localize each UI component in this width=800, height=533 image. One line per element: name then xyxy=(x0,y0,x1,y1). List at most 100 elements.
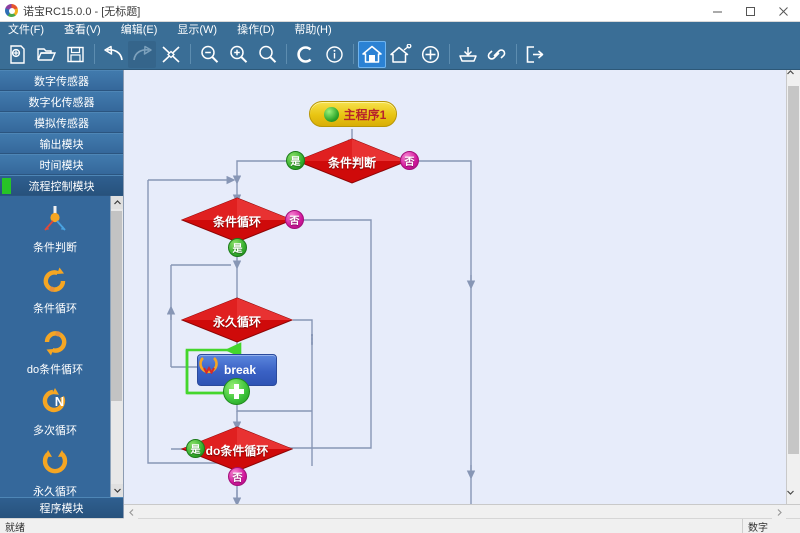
canvas-horizontal-scrollbar[interactable] xyxy=(124,504,800,519)
palette-item-label: 条件循环 xyxy=(33,303,77,315)
open-folder-icon xyxy=(36,47,56,61)
zoom-reset-icon xyxy=(258,45,276,63)
delete-button[interactable] xyxy=(157,41,185,68)
title-bar: 诺宝RC15.0.0 - [无标题] xyxy=(0,0,800,22)
chevron-left-icon xyxy=(128,508,133,516)
sidebar-category-output-module[interactable]: 输出模块 xyxy=(0,133,123,154)
canvas-vertical-scroll-thumb[interactable] xyxy=(788,86,799,454)
link-icon xyxy=(487,48,506,60)
badge-yes-condition-branch[interactable]: 是 xyxy=(286,151,305,170)
home-button[interactable] xyxy=(358,40,386,68)
home-outline-icon xyxy=(390,43,412,63)
menu-item-display[interactable]: 显示(W) xyxy=(177,22,217,39)
green-ball-icon xyxy=(323,106,339,122)
diamond-shape-icon xyxy=(181,197,293,243)
canvas-vertical-scrollbar[interactable] xyxy=(786,70,800,504)
palette-item-label: 多次循环 xyxy=(33,425,77,437)
exit-button[interactable] xyxy=(521,41,549,68)
condition-branch-icon xyxy=(35,203,75,237)
palette-scroll-down-button[interactable] xyxy=(110,484,123,497)
redo-arrow-icon xyxy=(132,45,152,60)
connect-button[interactable] xyxy=(483,41,511,68)
toolbar-separator xyxy=(516,44,517,64)
toolbar-separator xyxy=(353,44,354,64)
palette-scrollbar[interactable] xyxy=(110,196,123,497)
badge-no-while-loop[interactable]: 否 xyxy=(285,210,304,229)
sidebar-category-digital-sensor[interactable]: 数字传感器 xyxy=(0,70,123,91)
menu-item-view[interactable]: 查看(V) xyxy=(64,22,101,39)
chevron-up-icon xyxy=(787,70,794,75)
menu-bar: 文件(F) 查看(V) 编辑(E) 显示(W) 操作(D) 帮助(H) xyxy=(0,22,800,39)
badge-no-condition-branch[interactable]: 否 xyxy=(400,151,419,170)
diamond-shape-icon xyxy=(296,138,408,184)
subprogram-button[interactable] xyxy=(387,41,415,68)
zoom-in-button[interactable] xyxy=(224,41,252,68)
menu-item-edit[interactable]: 编辑(E) xyxy=(121,22,158,39)
selected-marker-icon xyxy=(2,178,11,194)
canvas-area: 主程序1 条件判断 是 否 条件循环 否 是 永久循环 break do条件循环… xyxy=(124,70,800,519)
download-button[interactable] xyxy=(454,41,482,68)
palette-item-do-while-loop[interactable]: do条件循环 xyxy=(0,325,110,377)
flowchart-canvas[interactable]: 主程序1 条件判断 是 否 条件循环 否 是 永久循环 break do条件循环… xyxy=(124,70,800,504)
zoom-out-icon xyxy=(200,45,218,63)
sidebar-category-program-module[interactable]: 程序模块 xyxy=(0,497,123,518)
redo-button[interactable] xyxy=(128,40,156,68)
palette-item-list: 条件判断 条件循环 do条件循环 N 多次循环 永久循环 xyxy=(0,196,110,497)
canvas-scroll-up-button[interactable] xyxy=(787,70,800,84)
menu-item-help[interactable]: 帮助(H) xyxy=(294,22,331,39)
home-filled-icon xyxy=(362,45,382,63)
canvas-scroll-right-button[interactable] xyxy=(772,505,786,519)
palette-item-forever-loop[interactable]: 永久循环 xyxy=(0,447,110,497)
compile-button[interactable] xyxy=(291,41,319,68)
category-label: 时间模块 xyxy=(39,159,84,172)
badge-yes-while-loop[interactable]: 是 xyxy=(228,238,247,257)
undo-button[interactable] xyxy=(99,41,127,68)
toolbar-separator xyxy=(94,44,95,64)
zoom-out-button[interactable] xyxy=(195,41,223,68)
while-loop-icon xyxy=(35,264,75,298)
add-module-button[interactable] xyxy=(416,41,444,68)
exit-icon xyxy=(526,45,544,63)
menu-item-file[interactable]: 文件(F) xyxy=(8,22,44,39)
add-node-button[interactable] xyxy=(223,378,250,405)
sidebar-category-digitized-sensor[interactable]: 数字化传感器 xyxy=(0,91,123,112)
sidebar-category-analog-sensor[interactable]: 模拟传感器 xyxy=(0,112,123,133)
badge-yes-do-while-loop[interactable]: 是 xyxy=(186,439,205,458)
badge-no-do-while-loop[interactable]: 否 xyxy=(228,467,247,486)
zoom-reset-button[interactable] xyxy=(253,41,281,68)
canvas-scroll-down-button[interactable] xyxy=(787,490,800,504)
flow-node-while-loop[interactable]: 条件循环 xyxy=(181,197,293,243)
canvas-scroll-left-button[interactable] xyxy=(124,505,138,519)
palette-scroll-thumb[interactable] xyxy=(111,211,122,401)
application-window: 诺宝RC15.0.0 - [无标题] 文件(F) 查看(V) 编辑(E) 显示(… xyxy=(0,0,800,533)
category-label: 模拟传感器 xyxy=(34,117,89,130)
diamond-shape-icon xyxy=(181,297,293,343)
toolbar-separator xyxy=(190,44,191,64)
palette-scroll-up-button[interactable] xyxy=(110,196,123,209)
minimize-button[interactable] xyxy=(701,0,734,22)
palette-item-condition-branch[interactable]: 条件判断 xyxy=(0,203,110,255)
palette-item-while-loop[interactable]: 条件循环 xyxy=(0,264,110,316)
palette-item-n-times-loop[interactable]: N 多次循环 xyxy=(0,386,110,438)
maximize-button[interactable] xyxy=(734,0,767,22)
flow-node-main-program[interactable]: 主程序1 xyxy=(309,101,397,127)
flow-node-label: 主程序1 xyxy=(343,107,387,122)
toolbar xyxy=(0,39,800,70)
close-button[interactable] xyxy=(767,0,800,22)
module-sidebar: 数字传感器 数字化传感器 模拟传感器 输出模块 时间模块 流程控制模块 条件判断… xyxy=(0,70,124,518)
save-button[interactable] xyxy=(61,41,89,68)
module-palette: 条件判断 条件循环 do条件循环 N 多次循环 永久循环 xyxy=(0,196,123,497)
sidebar-category-flow-control[interactable]: 流程控制模块 xyxy=(0,175,123,196)
open-file-button[interactable] xyxy=(32,41,60,68)
flow-node-label: break xyxy=(223,363,257,377)
flow-node-forever-loop[interactable]: 永久循环 xyxy=(181,297,293,343)
delete-x-icon xyxy=(162,45,180,63)
new-file-button[interactable] xyxy=(3,41,31,68)
flow-node-condition-branch[interactable]: 条件判断 xyxy=(296,138,408,184)
sidebar-category-time-module[interactable]: 时间模块 xyxy=(0,154,123,175)
chevron-down-icon xyxy=(787,490,794,495)
menu-item-operate[interactable]: 操作(D) xyxy=(237,22,274,39)
info-button[interactable] xyxy=(320,41,348,68)
minimize-icon xyxy=(713,11,722,12)
zoom-in-icon xyxy=(229,45,247,63)
